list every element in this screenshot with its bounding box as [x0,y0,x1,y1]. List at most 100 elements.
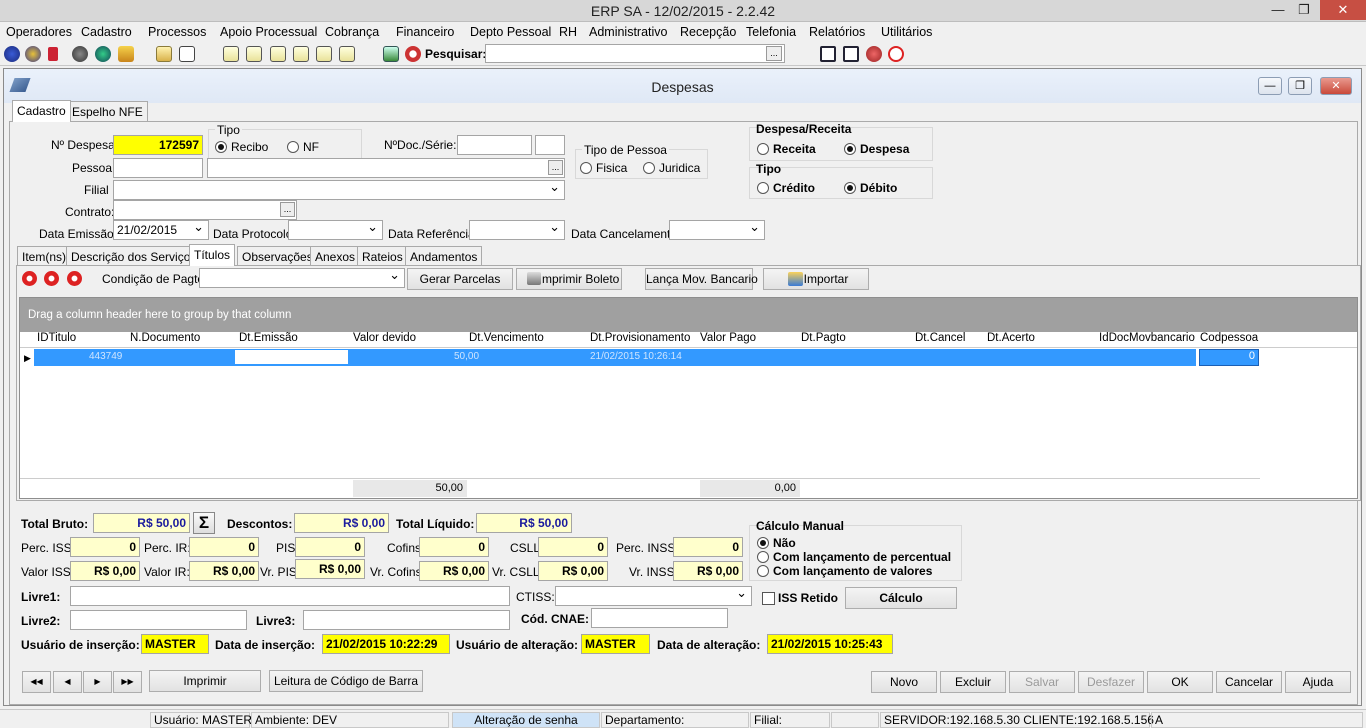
data-emissao-field[interactable]: 21/02/2015 [113,220,209,240]
contrato-ellipsis-button[interactable]: ... [280,202,295,217]
sigma-button[interactable]: Σ [193,512,215,534]
vr-cofins-field[interactable]: R$ 0,00 [419,561,489,581]
menu-cobranca[interactable]: Cobrança [325,25,379,39]
first-record-button[interactable]: ◀◀ [22,671,51,693]
phone-icon[interactable] [866,46,882,62]
col-ndocumento[interactable]: N.Documento [130,332,200,346]
next-record-button[interactable]: ▶ [83,671,112,693]
delete-icon[interactable] [67,271,82,286]
salvar-button[interactable]: Salvar [1009,671,1075,693]
window-icon-2[interactable] [843,46,859,62]
excluir-button[interactable]: Excluir [940,671,1006,693]
last-record-button[interactable]: ▶▶ [113,671,142,693]
col-dt-provisionamento[interactable]: Dt.Provisionamento [590,332,690,346]
search-ellipsis-button[interactable]: ... [766,46,782,61]
pis-field[interactable]: 0 [295,537,365,557]
fisica-radio[interactable] [580,162,592,174]
debito-radio[interactable] [844,182,856,194]
despesa-radio[interactable] [844,143,856,155]
ctiss-select[interactable] [555,586,752,606]
num-despesa-field[interactable]: 172597 [113,135,203,155]
menu-apoio-processual[interactable]: Apoio Processual [220,25,317,39]
importar-button[interactable]: Importar [763,268,869,290]
row-codpessoa[interactable]: 0 [1199,349,1259,366]
pessoa-name-field[interactable] [207,158,565,178]
col-codpessoa[interactable]: Codpessoa [1200,332,1258,346]
window-icon-1[interactable] [820,46,836,62]
calculo-button[interactable]: Cálculo [845,587,957,609]
world-icon[interactable] [25,46,41,62]
iss-retido-checkbox[interactable] [762,592,775,605]
menu-relatorios[interactable]: Relatórios [809,25,865,39]
col-idtitulo[interactable]: IDTitulo [37,332,76,346]
perc-ir-field[interactable]: 0 [189,537,259,557]
com-percentual-radio[interactable] [757,551,769,563]
ndoc-field[interactable] [457,135,532,155]
home-icon[interactable] [118,46,134,62]
vr-pis-field[interactable]: R$ 0,00 [295,559,365,579]
titulos-grid[interactable]: Drag a column header here to group by th… [19,297,1358,499]
tab-cadastro[interactable]: Cadastro [12,100,71,122]
novo-button[interactable]: Novo [871,671,937,693]
table-row[interactable]: 443749 50,00 21/02/2015 10:26:14 [34,349,1196,366]
document-icon[interactable] [179,46,195,62]
data-referencia-field[interactable] [469,220,565,240]
valor-iss-field[interactable]: R$ 0,00 [70,561,140,581]
notes-icon-4[interactable] [293,46,309,62]
lanca-mov-bancario-button[interactable]: Lança Mov. Bancario [645,268,758,290]
notes-icon-5[interactable] [316,46,332,62]
notes-icon-2[interactable] [246,46,262,62]
credito-radio[interactable] [757,182,769,194]
window-restore-button[interactable]: ❐ [1288,77,1312,95]
window-close-button[interactable]: ✕ [1320,77,1352,95]
pessoa-ellipsis-button[interactable]: ... [548,160,563,175]
vr-csll-field[interactable]: R$ 0,00 [538,561,608,581]
livre2-field[interactable] [70,610,247,630]
col-valor-devido[interactable]: Valor devido [353,332,416,346]
total-liquido-field[interactable]: R$ 50,00 [476,513,572,533]
desfazer-button[interactable]: Desfazer [1078,671,1144,693]
menu-administrativo[interactable]: Administrativo [589,25,668,39]
notes-icon-3[interactable] [270,46,286,62]
vr-inss-field[interactable]: R$ 0,00 [673,561,743,581]
nf-radio[interactable] [287,141,299,153]
contrato-field[interactable] [113,200,297,220]
menu-processos[interactable]: Processos [148,25,206,39]
tab-observacoes[interactable]: Observações [237,246,318,266]
remove-icon[interactable] [44,271,59,286]
col-valor-pago[interactable]: Valor Pago [700,332,756,346]
csll-field[interactable]: 0 [538,537,608,557]
menu-utilitarios[interactable]: Utilitários [881,25,932,39]
alteracao-senha-button[interactable]: Alteração de senha [452,712,600,728]
data-protocolo-field[interactable] [288,220,383,240]
valor-ir-field[interactable]: R$ 0,00 [189,561,259,581]
serie-field[interactable] [535,135,565,155]
descontos-field[interactable]: R$ 0,00 [294,513,389,533]
menu-operadores[interactable]: Operadores [6,25,72,39]
juridica-radio[interactable] [643,162,655,174]
cnae-field[interactable] [591,608,728,628]
col-iddocmovbancario[interactable]: IdDocMovbancario [1099,332,1195,346]
tab-andamentos[interactable]: Andamentos [405,246,483,266]
menu-cadastro[interactable]: Cadastro [81,25,132,39]
perc-inss-field[interactable]: 0 [673,537,743,557]
condicao-pagto-select[interactable] [199,268,405,288]
tab-itens[interactable]: Item(ns) [17,246,72,266]
col-dt-acerto[interactable]: Dt.Acerto [987,332,1035,346]
perc-iss-field[interactable]: 0 [70,537,140,557]
nao-radio[interactable] [757,537,769,549]
notes-icon-6[interactable] [339,46,355,62]
edit-icon[interactable] [383,46,399,62]
close-button[interactable]: ✕ [1320,0,1366,20]
leitura-codigo-barra-button[interactable]: Leitura de Código de Barra [269,670,423,692]
filial-select[interactable] [113,180,565,200]
col-dt-cancel[interactable]: Dt.Cancel [915,332,966,346]
notes-icon-1[interactable] [223,46,239,62]
col-dt-vencimento[interactable]: Dt.Vencimento [469,332,544,346]
imprimir-button[interactable]: Imprimir [149,670,261,692]
menu-rh[interactable]: RH [559,25,577,39]
prev-record-button[interactable]: ◀ [53,671,82,693]
globe-icon[interactable] [4,46,20,62]
folder-icon[interactable] [156,46,172,62]
pin-icon[interactable] [48,47,58,61]
